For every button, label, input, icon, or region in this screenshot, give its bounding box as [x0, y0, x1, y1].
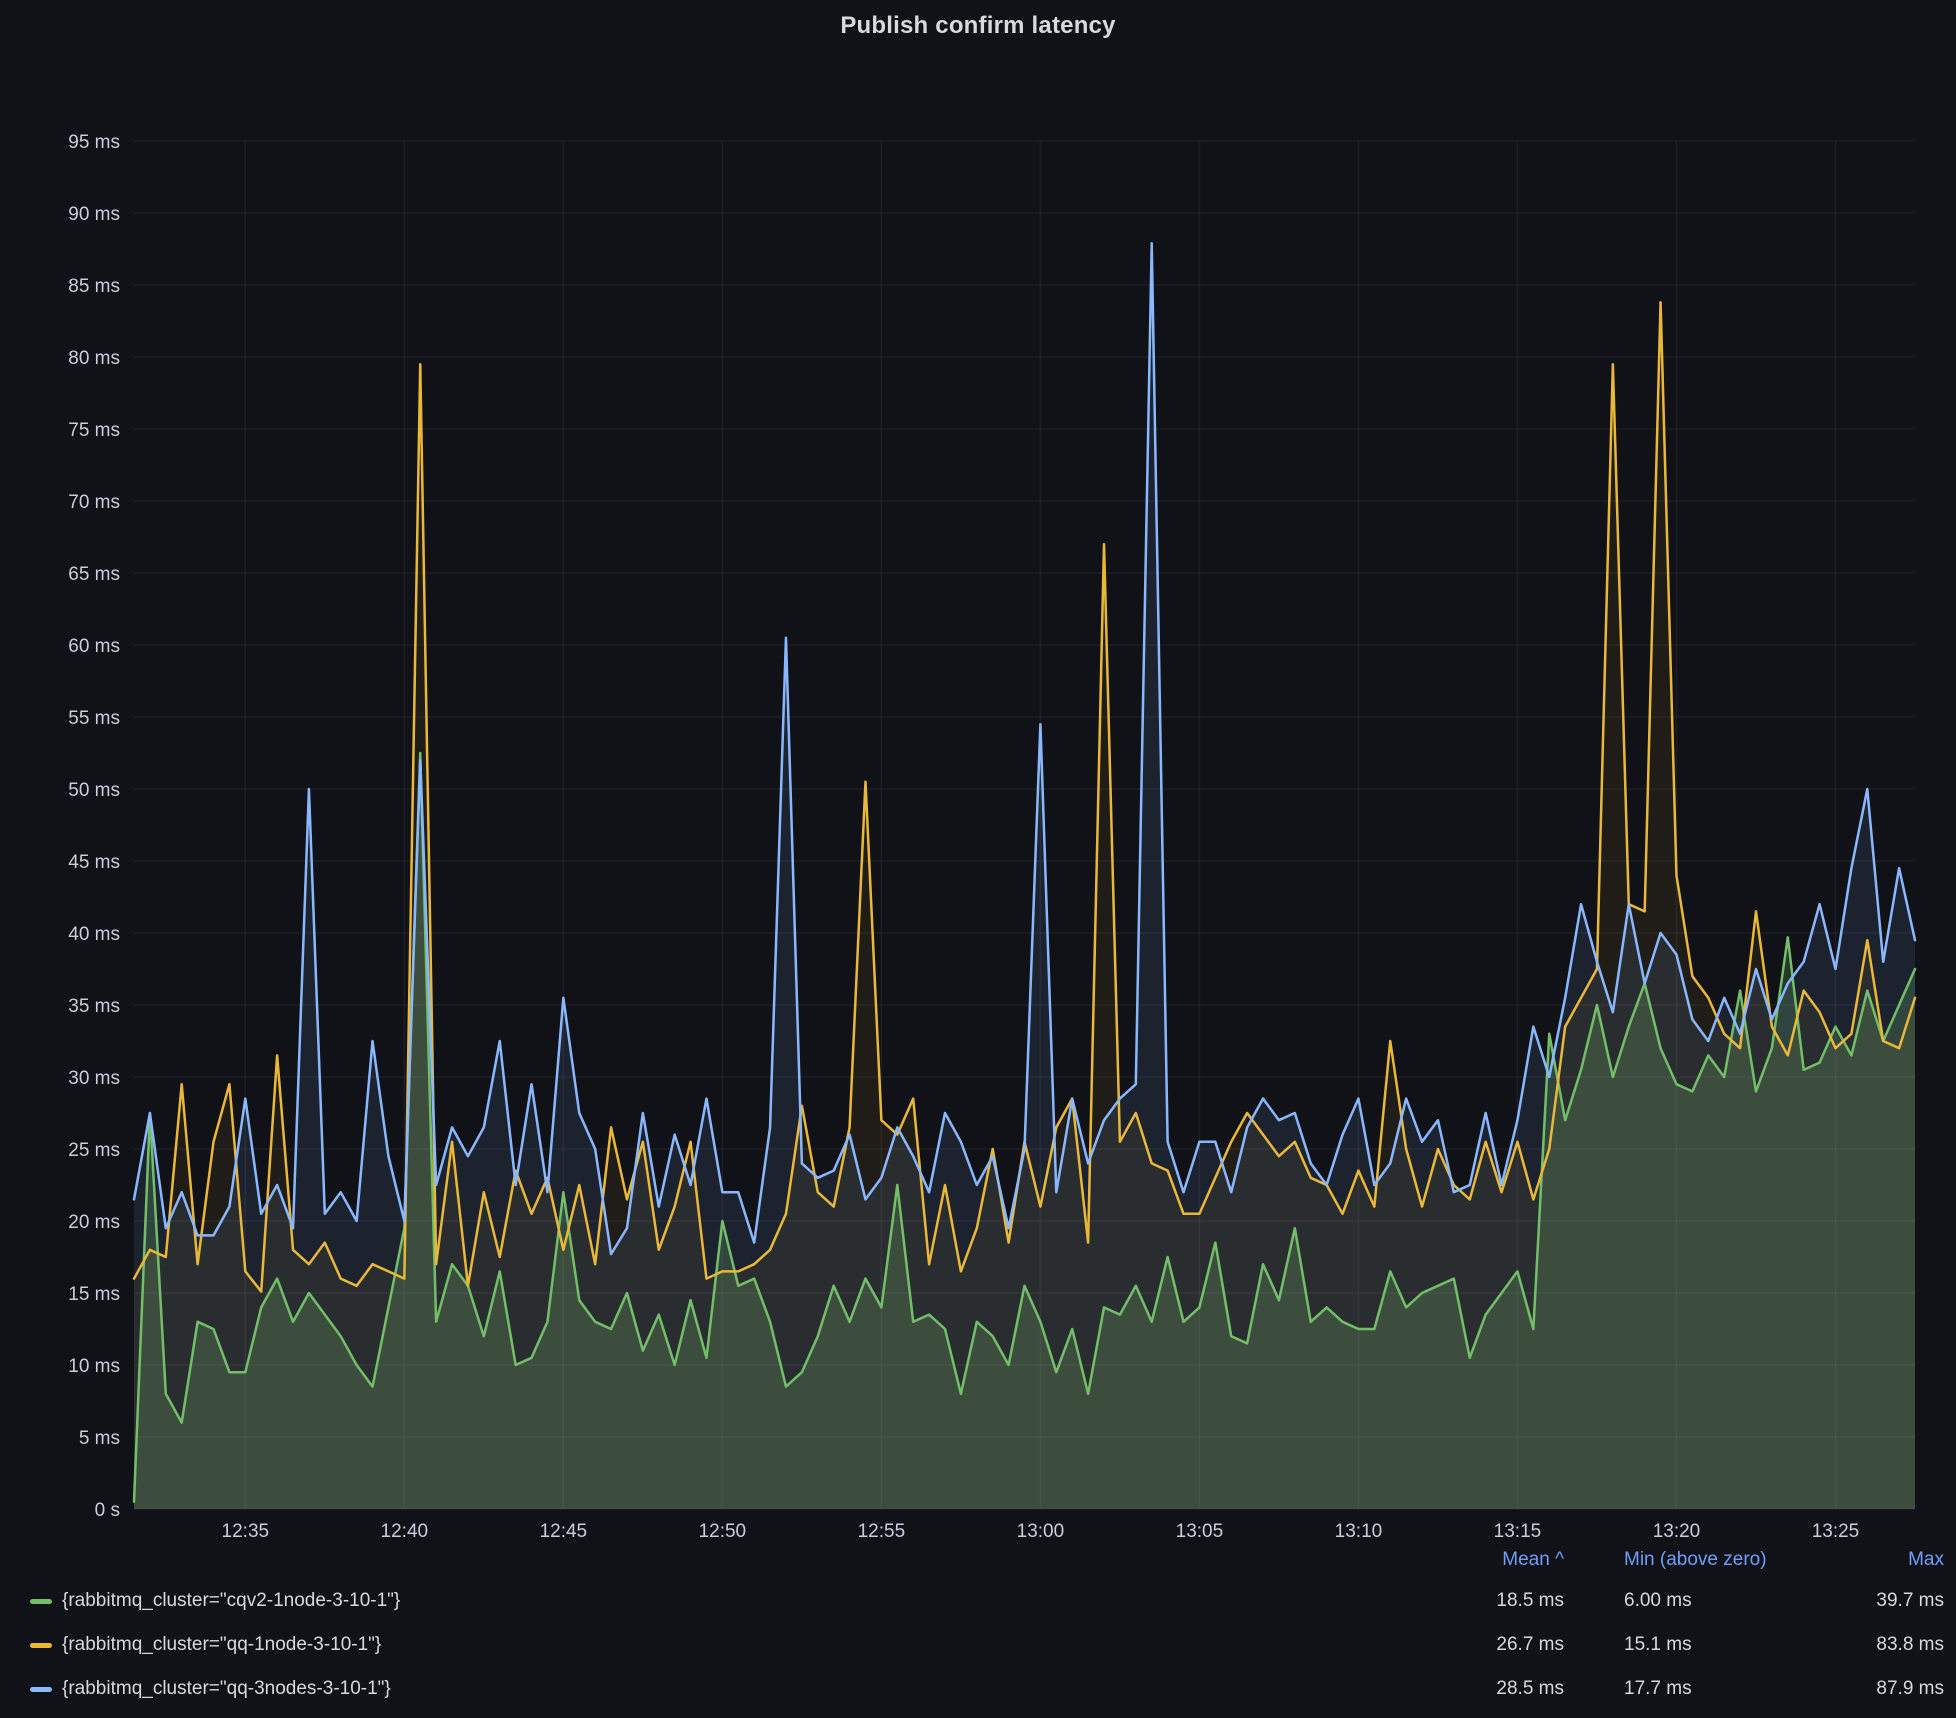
- panel-title[interactable]: Publish confirm latency: [0, 12, 1956, 40]
- series-label[interactable]: {rabbitmq_cluster="cqv2-1node-3-10-1"}: [62, 1590, 400, 1612]
- y-tick-label: 25 ms: [68, 1140, 120, 1161]
- series-label[interactable]: {rabbitmq_cluster="qq-1node-3-10-1"}: [62, 1634, 381, 1656]
- y-tick-label: 0 s: [95, 1500, 120, 1521]
- x-tick-label: 13:00: [1017, 1521, 1065, 1541]
- series-mean-value: 18.5 ms: [1394, 1590, 1564, 1612]
- y-tick-label: 15 ms: [68, 1284, 120, 1305]
- y-tick-label: 30 ms: [68, 1068, 120, 1089]
- plot-area[interactable]: [134, 141, 1915, 1509]
- series-color-swatch[interactable]: [30, 1643, 52, 1648]
- x-tick-label: 13:25: [1812, 1521, 1860, 1541]
- y-tick-label: 20 ms: [68, 1212, 120, 1233]
- y-tick-label: 50 ms: [68, 780, 120, 801]
- series-color-swatch[interactable]: [30, 1599, 52, 1604]
- y-tick-label: 75 ms: [68, 420, 120, 441]
- y-tick-label: 40 ms: [68, 924, 120, 945]
- y-tick-label: 70 ms: [68, 492, 120, 513]
- legend-header: Mean ^ Min (above zero) Max: [0, 1541, 1956, 1579]
- x-tick-label: 12:40: [381, 1521, 429, 1541]
- legend-row[interactable]: {rabbitmq_cluster="cqv2-1node-3-10-1"} 18…: [0, 1579, 1956, 1623]
- legend-sort-mean[interactable]: Mean ^: [1394, 1549, 1564, 1571]
- x-tick-label: 12:45: [540, 1521, 588, 1541]
- series-max-value: 87.9 ms: [1814, 1678, 1944, 1700]
- x-tick-label: 13:15: [1494, 1521, 1542, 1541]
- y-tick-label: 45 ms: [68, 852, 120, 873]
- series-max-value: 39.7 ms: [1814, 1590, 1944, 1612]
- latency-chart-canvas[interactable]: 0 s 5 ms 10 ms 15 ms 20 ms 25 ms 30 ms 35 ms 40 …: [0, 56, 1956, 1541]
- series-mean-value: 28.5 ms: [1394, 1678, 1564, 1700]
- x-tick-label: 13:20: [1653, 1521, 1701, 1541]
- x-tick-label: 12:50: [699, 1521, 747, 1541]
- series-min-value: 17.7 ms: [1564, 1678, 1814, 1700]
- legend: Mean ^ Min (above zero) Max {rabbitmq_cl…: [0, 1541, 1956, 1711]
- series-mean-value: 26.7 ms: [1394, 1634, 1564, 1656]
- legend-rows: {rabbitmq_cluster="cqv2-1node-3-10-1"} 18…: [0, 1579, 1956, 1711]
- x-tick-label: 12:35: [222, 1521, 270, 1541]
- y-tick-label: 5 ms: [79, 1428, 120, 1449]
- legend-sort-max[interactable]: Max: [1814, 1549, 1944, 1571]
- y-tick-label: 85 ms: [68, 276, 120, 297]
- series-min-value: 15.1 ms: [1564, 1634, 1814, 1656]
- x-tick-label: 12:55: [858, 1521, 906, 1541]
- y-tick-label: 55 ms: [68, 708, 120, 729]
- y-tick-label: 65 ms: [68, 564, 120, 585]
- y-tick-label: 35 ms: [68, 996, 120, 1017]
- series-max-value: 83.8 ms: [1814, 1634, 1944, 1656]
- y-tick-label: 95 ms: [68, 132, 120, 153]
- legend-sort-min[interactable]: Min (above zero): [1564, 1549, 1814, 1571]
- y-tick-label: 60 ms: [68, 636, 120, 657]
- series-min-value: 6.00 ms: [1564, 1590, 1814, 1612]
- legend-row[interactable]: {rabbitmq_cluster="qq-1node-3-10-1"} 26.7…: [0, 1623, 1956, 1667]
- y-tick-label: 10 ms: [68, 1356, 120, 1377]
- x-tick-label: 13:05: [1176, 1521, 1224, 1541]
- y-tick-label: 90 ms: [68, 204, 120, 225]
- series-color-swatch[interactable]: [30, 1687, 52, 1692]
- x-tick-label: 13:10: [1335, 1521, 1383, 1541]
- grafana-panel: Publish confirm latency 0 s 5 ms 10 ms 15 m…: [0, 0, 1956, 1718]
- y-tick-label: 80 ms: [68, 348, 120, 369]
- series-label[interactable]: {rabbitmq_cluster="qq-3nodes-3-10-1"}: [62, 1678, 391, 1700]
- legend-row[interactable]: {rabbitmq_cluster="qq-3nodes-3-10-1"} 28.…: [0, 1667, 1956, 1711]
